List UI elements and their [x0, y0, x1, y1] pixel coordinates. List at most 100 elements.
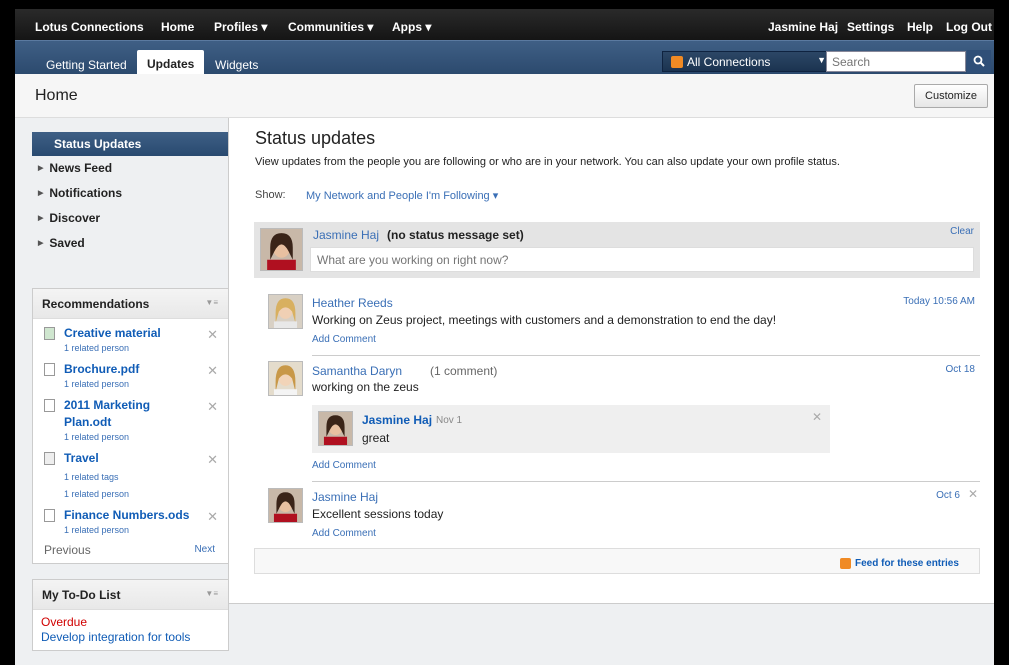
user-photo-icon — [269, 362, 302, 395]
entry-comment-count[interactable]: (1 comment) — [430, 364, 497, 378]
avatar[interactable] — [260, 228, 303, 271]
entry-author-link[interactable]: Samantha Daryn — [312, 364, 402, 378]
todo-item-link[interactable]: Develop integration for tools — [41, 630, 228, 645]
close-icon[interactable]: ✕ — [207, 327, 218, 343]
connections-scope-select[interactable]: All Connections ▼ — [662, 51, 834, 72]
recommendation-link[interactable]: 2011 Marketing Plan.odt — [64, 397, 174, 431]
nav-apps[interactable]: Apps ▾ — [392, 20, 431, 34]
entry-author-link[interactable]: Heather Reeds — [312, 296, 393, 310]
comment-text: great — [362, 431, 390, 445]
nav-help[interactable]: Help — [907, 20, 933, 34]
sidebar-nav: Status Updates ▶ News Feed ▶ Notifications… — [32, 132, 229, 256]
show-filter-dropdown[interactable]: My Network and People I'm Following ▾ — [306, 189, 498, 202]
entry-timestamp[interactable]: Oct 18 — [946, 364, 975, 375]
close-icon[interactable]: ✕ — [207, 452, 218, 468]
list-item: 2011 Marketing Plan.odt 1 related person… — [33, 397, 228, 444]
todo-title: My To-Do List — [42, 588, 121, 602]
sidebar-item-status-updates[interactable]: Status Updates — [32, 132, 229, 156]
spreadsheet-icon — [44, 509, 55, 522]
tab-widgets[interactable]: Widgets — [205, 51, 268, 75]
recommendation-link[interactable]: Travel — [64, 450, 228, 467]
recommendation-meta[interactable]: 1 related person — [64, 342, 228, 355]
recommendation-meta[interactable]: 1 related person — [64, 524, 228, 537]
previous-link[interactable]: Previous — [44, 543, 91, 557]
user-photo-icon — [269, 489, 302, 522]
list-item: Creative material 1 related person ✕ — [33, 325, 228, 355]
text-document-icon — [44, 399, 55, 412]
divider — [312, 481, 980, 482]
todo-header: My To-Do List ▼≡ — [33, 580, 228, 610]
add-comment-link[interactable]: Add Comment — [312, 460, 376, 471]
file-icon — [44, 363, 55, 376]
recommendation-meta[interactable]: 1 related person — [64, 431, 228, 444]
overdue-label: Overdue — [41, 615, 88, 629]
entry-timestamp[interactable]: Today 10:56 AM — [903, 296, 975, 307]
close-icon[interactable]: ✕ — [207, 399, 218, 415]
close-icon[interactable]: ✕ — [968, 487, 978, 501]
close-icon[interactable]: ✕ — [812, 410, 822, 424]
recommendation-link[interactable]: Brochure.pdf — [64, 361, 228, 378]
sidebar-item-label: Discover — [49, 211, 101, 225]
search-button[interactable] — [967, 50, 991, 73]
avatar[interactable] — [318, 411, 353, 446]
entry-text: Excellent sessions today — [312, 507, 444, 521]
nav-communities[interactable]: Communities ▾ — [288, 20, 373, 34]
add-comment-link[interactable]: Add Comment — [312, 334, 376, 345]
connections-icon — [671, 56, 683, 68]
todo-widget: My To-Do List ▼≡ Overdue Develop integra… — [32, 579, 229, 651]
list-item: Finance Numbers.ods 1 related person ✕ — [33, 507, 228, 537]
recommendations-title: Recommendations — [42, 297, 150, 311]
sidebar-item-label: Notifications — [49, 186, 123, 200]
bookmark-icon — [44, 452, 55, 465]
feed-link[interactable]: Feed for these entries — [855, 558, 959, 569]
rss-icon[interactable] — [840, 558, 851, 569]
clear-status-link[interactable]: Clear — [950, 226, 974, 237]
page-header: Home Customize — [15, 74, 994, 118]
tab-getting-started[interactable]: Getting Started — [36, 51, 137, 75]
recommendation-link[interactable]: Creative material — [64, 325, 228, 342]
add-comment-link[interactable]: Add Comment — [312, 528, 376, 539]
sidebar-item-discover[interactable]: ▶ Discover — [32, 206, 229, 231]
chevron-down-icon: ▼ — [817, 55, 826, 65]
feed-footer: Feed for these entries — [254, 548, 980, 574]
next-link[interactable]: Next — [194, 544, 215, 555]
sidebar-item-news-feed[interactable]: ▶ News Feed — [32, 156, 229, 181]
show-label: Show: — [255, 189, 286, 201]
sidebar-item-label: Saved — [49, 236, 85, 250]
avatar[interactable] — [268, 361, 303, 396]
recommendation-link[interactable]: Finance Numbers.ods — [64, 507, 228, 524]
brand-logo[interactable]: Lotus Connections — [35, 20, 144, 34]
avatar[interactable] — [268, 488, 303, 523]
nav-logout[interactable]: Log Out — [946, 20, 992, 34]
comment-author-link[interactable]: Jasmine Haj — [362, 413, 432, 427]
close-icon[interactable]: ✕ — [207, 363, 218, 379]
avatar[interactable] — [268, 294, 303, 329]
sidebar-item-label: News Feed — [49, 161, 113, 175]
user-photo-icon — [261, 229, 302, 270]
widget-menu-icon[interactable]: ▼≡ — [205, 298, 218, 307]
status-message: (no status message set) — [387, 228, 524, 242]
recommendation-meta[interactable]: 1 related tags — [64, 471, 228, 484]
tab-updates[interactable]: Updates — [137, 50, 205, 75]
divider — [312, 355, 980, 356]
close-icon[interactable]: ✕ — [207, 509, 218, 525]
recommendation-meta[interactable]: 1 related person — [64, 488, 228, 501]
recommendation-meta[interactable]: 1 related person — [64, 378, 228, 391]
sidebar-item-saved[interactable]: ▶ Saved — [32, 231, 229, 256]
sidebar-item-notifications[interactable]: ▶ Notifications — [32, 181, 229, 206]
nav-profiles[interactable]: Profiles ▾ — [214, 20, 267, 34]
nav-home[interactable]: Home — [161, 20, 194, 34]
status-user-name[interactable]: Jasmine Haj — [313, 228, 379, 242]
nav-settings[interactable]: Settings — [847, 20, 894, 34]
widget-menu-icon[interactable]: ▼≡ — [205, 589, 218, 598]
entry-author-link[interactable]: Jasmine Haj — [312, 490, 378, 504]
section-title: Status updates — [255, 128, 376, 148]
recommendations-widget: Recommendations ▼≡ Creative material 1 r… — [32, 288, 229, 564]
nav-user-name[interactable]: Jasmine Haj — [768, 20, 838, 34]
status-input[interactable] — [310, 247, 974, 272]
customize-button[interactable]: Customize — [914, 84, 988, 108]
entry-timestamp[interactable]: Oct 6 — [936, 490, 960, 501]
entry-text: working on the zeus — [312, 380, 419, 394]
user-photo-icon — [319, 412, 352, 445]
search-input[interactable] — [826, 51, 966, 72]
